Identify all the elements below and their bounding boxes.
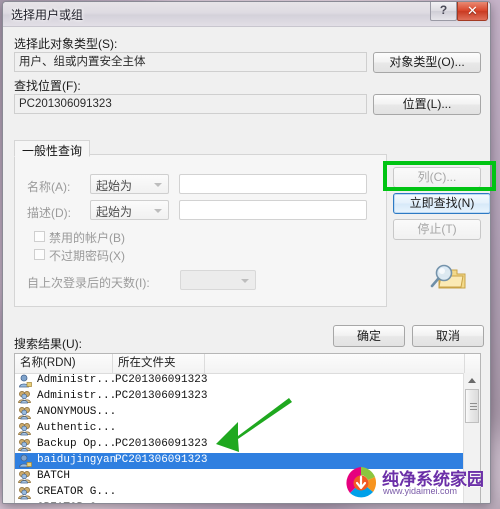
search-results-label: 搜索结果(U): (14, 337, 82, 351)
scrollbar-thumb[interactable] (465, 389, 479, 423)
chevron-down-icon (154, 209, 162, 213)
title-bar: 选择用户或组 ? ✕ (3, 2, 490, 27)
stop-button[interactable]: 停止(T) (393, 219, 481, 240)
row-name: Authentic... (37, 422, 117, 434)
annotation-highlight-find-now (383, 161, 496, 191)
name-condition-value: 起始为 (96, 179, 133, 193)
location-field[interactable]: PC201306091323 (14, 94, 367, 114)
row-name: Administr... (37, 390, 117, 402)
nonexpiring-password-label: 不过期密码(X) (49, 249, 125, 263)
description-condition-select[interactable]: 起始为 (90, 200, 169, 220)
table-row[interactable]: Backup Op... PC201306091323 (15, 437, 463, 453)
description-condition-value: 起始为 (96, 205, 133, 219)
close-icon: ✕ (467, 3, 478, 18)
help-button[interactable]: ? (430, 2, 457, 21)
row-folder: PC201306091323 (115, 374, 208, 386)
table-row[interactable]: Administr... PC201306091323 (15, 389, 463, 405)
name-input[interactable] (179, 174, 367, 194)
name-label: 名称(A): (27, 180, 71, 194)
scrollbar-grip-icon (470, 403, 477, 410)
row-name: BATCH (37, 470, 71, 482)
watermark-url: www.yidaimei.com (383, 486, 458, 496)
name-condition-select[interactable]: 起始为 (90, 174, 169, 194)
row-name: baidujingyan (37, 454, 117, 466)
object-type-field[interactable]: 用户、组或内置安全主体 (14, 52, 367, 72)
table-row[interactable]: ANONYMOUS... (15, 405, 463, 421)
table-row[interactable]: Authentic... (15, 421, 463, 437)
checkbox-box (34, 249, 45, 260)
group-icon (18, 471, 31, 484)
locations-button[interactable]: 位置(L)... (373, 94, 481, 115)
user-icon (19, 454, 32, 468)
desktop-screen: 选择用户或组 ? ✕ 选择此对象类型(S): 用户、组或内置安全主体 对象类型(… (0, 0, 500, 509)
watermark: 纯净系统家园 www.yidaimei.com (342, 464, 497, 504)
ok-button[interactable]: 确定 (333, 325, 405, 347)
scroll-up-arrow-icon[interactable] (464, 373, 480, 388)
group-icon (18, 487, 31, 500)
group-icon (18, 423, 31, 436)
description-label: 描述(D): (27, 206, 71, 220)
row-name: Administr... (37, 374, 117, 386)
row-folder: PC201306091323 (115, 438, 208, 450)
group-icon (18, 407, 31, 420)
close-button[interactable]: ✕ (457, 2, 488, 21)
object-types-button[interactable]: 对象类型(O)... (373, 52, 481, 73)
brand-logo-icon (346, 467, 377, 498)
table-row[interactable]: Administr... PC201306091323 (15, 373, 463, 389)
chevron-down-icon (154, 183, 162, 187)
column-header-folder[interactable]: 所在文件夹 (113, 354, 205, 373)
group-icon (18, 391, 31, 404)
find-now-button[interactable]: 立即查找(N) (393, 193, 490, 214)
window-title: 选择用户或组 (11, 8, 84, 22)
column-header-extra[interactable] (205, 354, 465, 373)
checkbox-box (34, 231, 45, 242)
tab-general-query[interactable]: 一般性查询 (14, 140, 91, 158)
search-magnifier-folder-icon (430, 264, 466, 289)
row-name: Backup Op... (37, 438, 117, 450)
description-input[interactable] (179, 200, 367, 220)
days-since-logon-label: 自上次登录后的天数(I): (27, 276, 150, 290)
days-since-logon-select[interactable] (180, 270, 256, 290)
results-column-headers: 名称(RDN) 所在文件夹 (15, 354, 480, 374)
cancel-button[interactable]: 取消 (412, 325, 484, 347)
row-name: ANONYMOUS... (37, 406, 117, 418)
question-mark-icon: ? (439, 3, 448, 17)
chevron-down-icon (241, 279, 249, 283)
column-header-name[interactable]: 名称(RDN) (15, 354, 113, 373)
row-name: CREATOR G... (37, 486, 117, 498)
user-icon (19, 374, 32, 388)
location-label: 查找位置(F): (14, 79, 81, 93)
row-folder: PC201306091323 (115, 390, 208, 402)
group-icon (18, 502, 33, 504)
row-name: CREATOR O... (37, 502, 116, 503)
group-icon (18, 439, 31, 452)
select-users-or-groups-dialog: 选择用户或组 ? ✕ 选择此对象类型(S): 用户、组或内置安全主体 对象类型(… (2, 1, 491, 504)
object-type-label: 选择此对象类型(S): (14, 37, 118, 51)
row-folder: PC201306091323 (115, 454, 208, 466)
dialog-body: 选择此对象类型(S): 用户、组或内置安全主体 对象类型(O)... 查找位置(… (3, 27, 490, 504)
disabled-accounts-label: 禁用的帐户(B) (49, 231, 125, 245)
